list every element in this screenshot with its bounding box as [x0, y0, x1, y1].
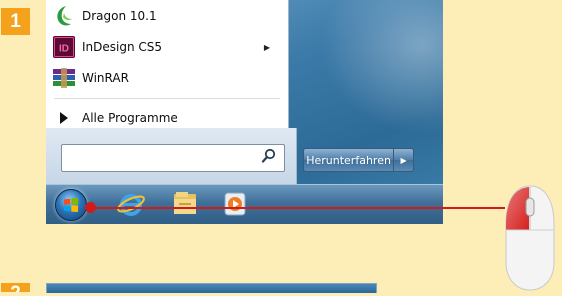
media-player-icon[interactable] — [220, 190, 250, 218]
pointer-line — [90, 207, 505, 209]
start-orb[interactable] — [55, 189, 87, 221]
winrar-icon — [52, 66, 76, 90]
program-dragon[interactable]: Dragon 10.1 — [52, 2, 284, 30]
step-badge-1: 1 — [1, 8, 30, 35]
pointer-dot — [85, 202, 96, 213]
mouse-left-click-icon — [502, 184, 558, 292]
svg-text:ID: ID — [59, 44, 69, 55]
program-winrar[interactable]: WinRAR — [52, 64, 284, 92]
explorer-folder-icon[interactable] — [170, 190, 200, 218]
step-badge-2: 2 — [1, 283, 30, 292]
arrow-right-icon: ▶ — [400, 155, 407, 165]
search-icon[interactable] — [261, 148, 277, 168]
desktop-glow — [303, 0, 443, 150]
start-menu-programs: Dragon 10.1 ID InDesign CS5 ▶ WinRAR All… — [46, 0, 289, 137]
program-indesign[interactable]: ID InDesign CS5 ▶ — [52, 33, 284, 61]
search-input[interactable] — [61, 144, 285, 172]
submenu-arrow-icon: ▶ — [263, 42, 270, 52]
windows-desktop: Dragon 10.1 ID InDesign CS5 ▶ WinRAR All… — [46, 0, 443, 224]
shutdown-options-button[interactable]: ▶ — [394, 148, 414, 172]
program-label: InDesign CS5 — [82, 40, 163, 54]
program-label: Dragon 10.1 — [82, 9, 157, 23]
dragon-icon — [52, 4, 76, 28]
all-programs-label: Alle Programme — [82, 111, 178, 125]
indesign-icon: ID — [52, 35, 76, 59]
windows-flag-icon — [64, 198, 78, 212]
program-label: WinRAR — [82, 71, 129, 85]
shutdown-control: Herunterfahren ▶ — [303, 148, 414, 172]
internet-explorer-icon[interactable] — [116, 190, 146, 218]
menu-divider — [54, 98, 280, 99]
triangle-right-icon — [52, 106, 76, 130]
shutdown-button[interactable]: Herunterfahren — [303, 148, 395, 172]
